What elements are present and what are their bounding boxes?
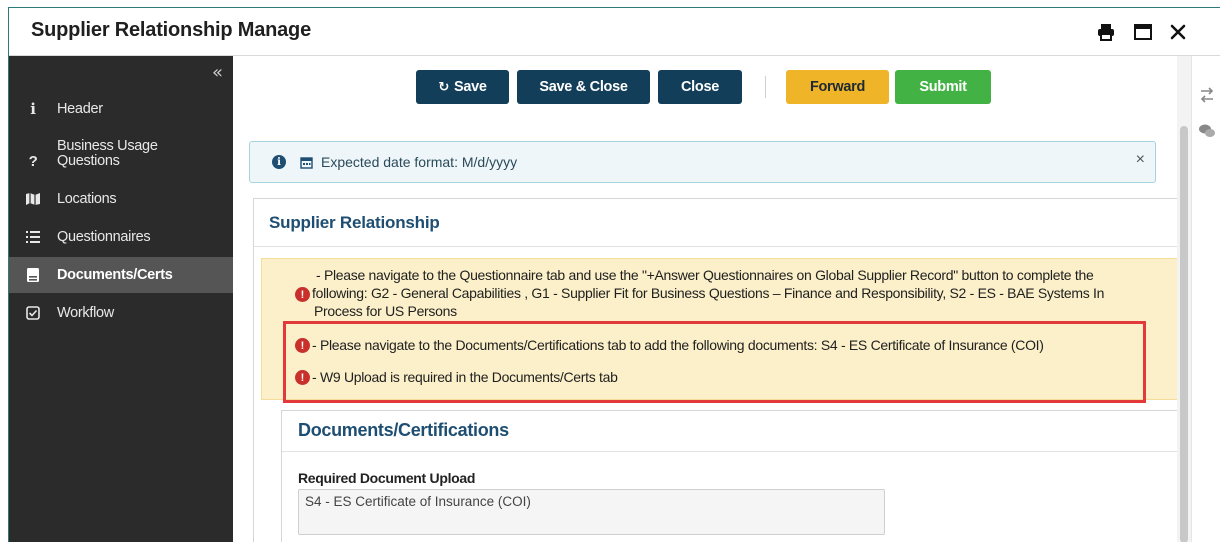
document-icon bbox=[9, 267, 57, 283]
sidebar-item-label: Documents/Certs bbox=[57, 266, 173, 283]
save-button[interactable]: ↻ Save bbox=[416, 70, 509, 104]
warning-documents: - Please navigate to the Documents/Certi… bbox=[312, 337, 1044, 353]
error-icon: ! bbox=[295, 287, 310, 302]
close-button[interactable]: Close bbox=[658, 70, 742, 104]
sidebar-item-label: Header bbox=[57, 100, 103, 117]
sidebar-item-label: Questionnaires bbox=[57, 228, 151, 245]
warning-questionnaire-line-2: following: G2 - General Capabilities , G… bbox=[312, 285, 1105, 301]
list-icon bbox=[9, 230, 57, 244]
sidebar-item-business-usage-questions[interactable]: ? Business Usage Questions bbox=[9, 136, 233, 172]
sidebar-item-questionnaires[interactable]: Questionnaires bbox=[9, 222, 233, 252]
swap-icon[interactable] bbox=[1198, 86, 1216, 104]
refresh-icon: ↻ bbox=[438, 79, 449, 95]
main-content: ↻ Save Save & Close Close Forward Submit… bbox=[233, 56, 1177, 542]
map-icon bbox=[9, 192, 57, 206]
titlebar: Supplier Relationship Manage bbox=[9, 8, 1220, 56]
window-title: Supplier Relationship Manage bbox=[31, 19, 311, 41]
documents-certifications-section: Documents/Certifications Required Docume… bbox=[281, 410, 1177, 542]
sidebar-item-workflow[interactable]: Workflow bbox=[9, 298, 233, 328]
scroll-thumb[interactable] bbox=[1180, 126, 1188, 542]
validation-warnings: - Please navigate to the Questionnaire t… bbox=[261, 258, 1177, 400]
section-divider bbox=[282, 451, 1177, 452]
right-toolbar bbox=[1191, 56, 1220, 542]
error-icon: ! bbox=[295, 370, 310, 385]
vertical-scrollbar[interactable] bbox=[1177, 56, 1191, 542]
question-icon: ? bbox=[28, 152, 38, 170]
submit-button[interactable]: Submit bbox=[895, 70, 991, 104]
sidebar-item-label: Locations bbox=[57, 190, 117, 207]
error-icon: ! bbox=[295, 338, 310, 353]
collapse-sidebar-icon[interactable]: « bbox=[212, 62, 223, 83]
date-format-text: Expected date format: M/d/yyyy bbox=[321, 154, 518, 170]
window-maximize-icon[interactable] bbox=[1131, 20, 1155, 44]
save-and-close-button[interactable]: Save & Close bbox=[517, 70, 650, 104]
warning-w9: - W9 Upload is required in the Documents… bbox=[312, 369, 618, 385]
warning-questionnaire-line-1: - Please navigate to the Questionnaire t… bbox=[316, 267, 1094, 283]
info-banner: i Expected date format: M/d/yyyy × bbox=[249, 141, 1156, 183]
sidebar-item-header[interactable]: i Header bbox=[9, 94, 233, 124]
modal-window: Supplier Relationship Manage « i Header … bbox=[8, 7, 1220, 542]
forward-button[interactable]: Forward bbox=[786, 70, 889, 104]
section-title: Documents/Certifications bbox=[298, 420, 509, 440]
checkbox-icon bbox=[9, 306, 57, 320]
close-icon[interactable] bbox=[1166, 20, 1190, 44]
sidebar-item-label: Workflow bbox=[57, 304, 114, 321]
panel-header: Supplier Relationship bbox=[254, 199, 1177, 247]
info-circle-icon: i bbox=[272, 155, 286, 169]
dismiss-banner-icon[interactable]: × bbox=[1136, 151, 1145, 169]
warning-questionnaire-line-3: Process for US Persons bbox=[314, 303, 457, 319]
comments-icon[interactable] bbox=[1198, 122, 1216, 140]
required-document-label: Required Document Upload bbox=[298, 470, 476, 486]
print-icon[interactable] bbox=[1094, 20, 1118, 44]
calendar-icon bbox=[300, 156, 313, 169]
sidebar-nav: « i Header ? Business Usage Questions Lo… bbox=[9, 56, 233, 542]
sidebar-item-label: Business Usage Questions bbox=[57, 138, 158, 169]
sidebar-item-documents-certs[interactable]: Documents/Certs bbox=[9, 257, 233, 293]
required-document-field[interactable]: S4 - ES Certificate of Insurance (COI) bbox=[298, 489, 885, 535]
info-icon: i bbox=[30, 100, 36, 118]
toolbar-divider bbox=[765, 76, 766, 98]
panel-title: Supplier Relationship bbox=[269, 213, 440, 232]
sidebar-item-locations[interactable]: Locations bbox=[9, 184, 233, 214]
